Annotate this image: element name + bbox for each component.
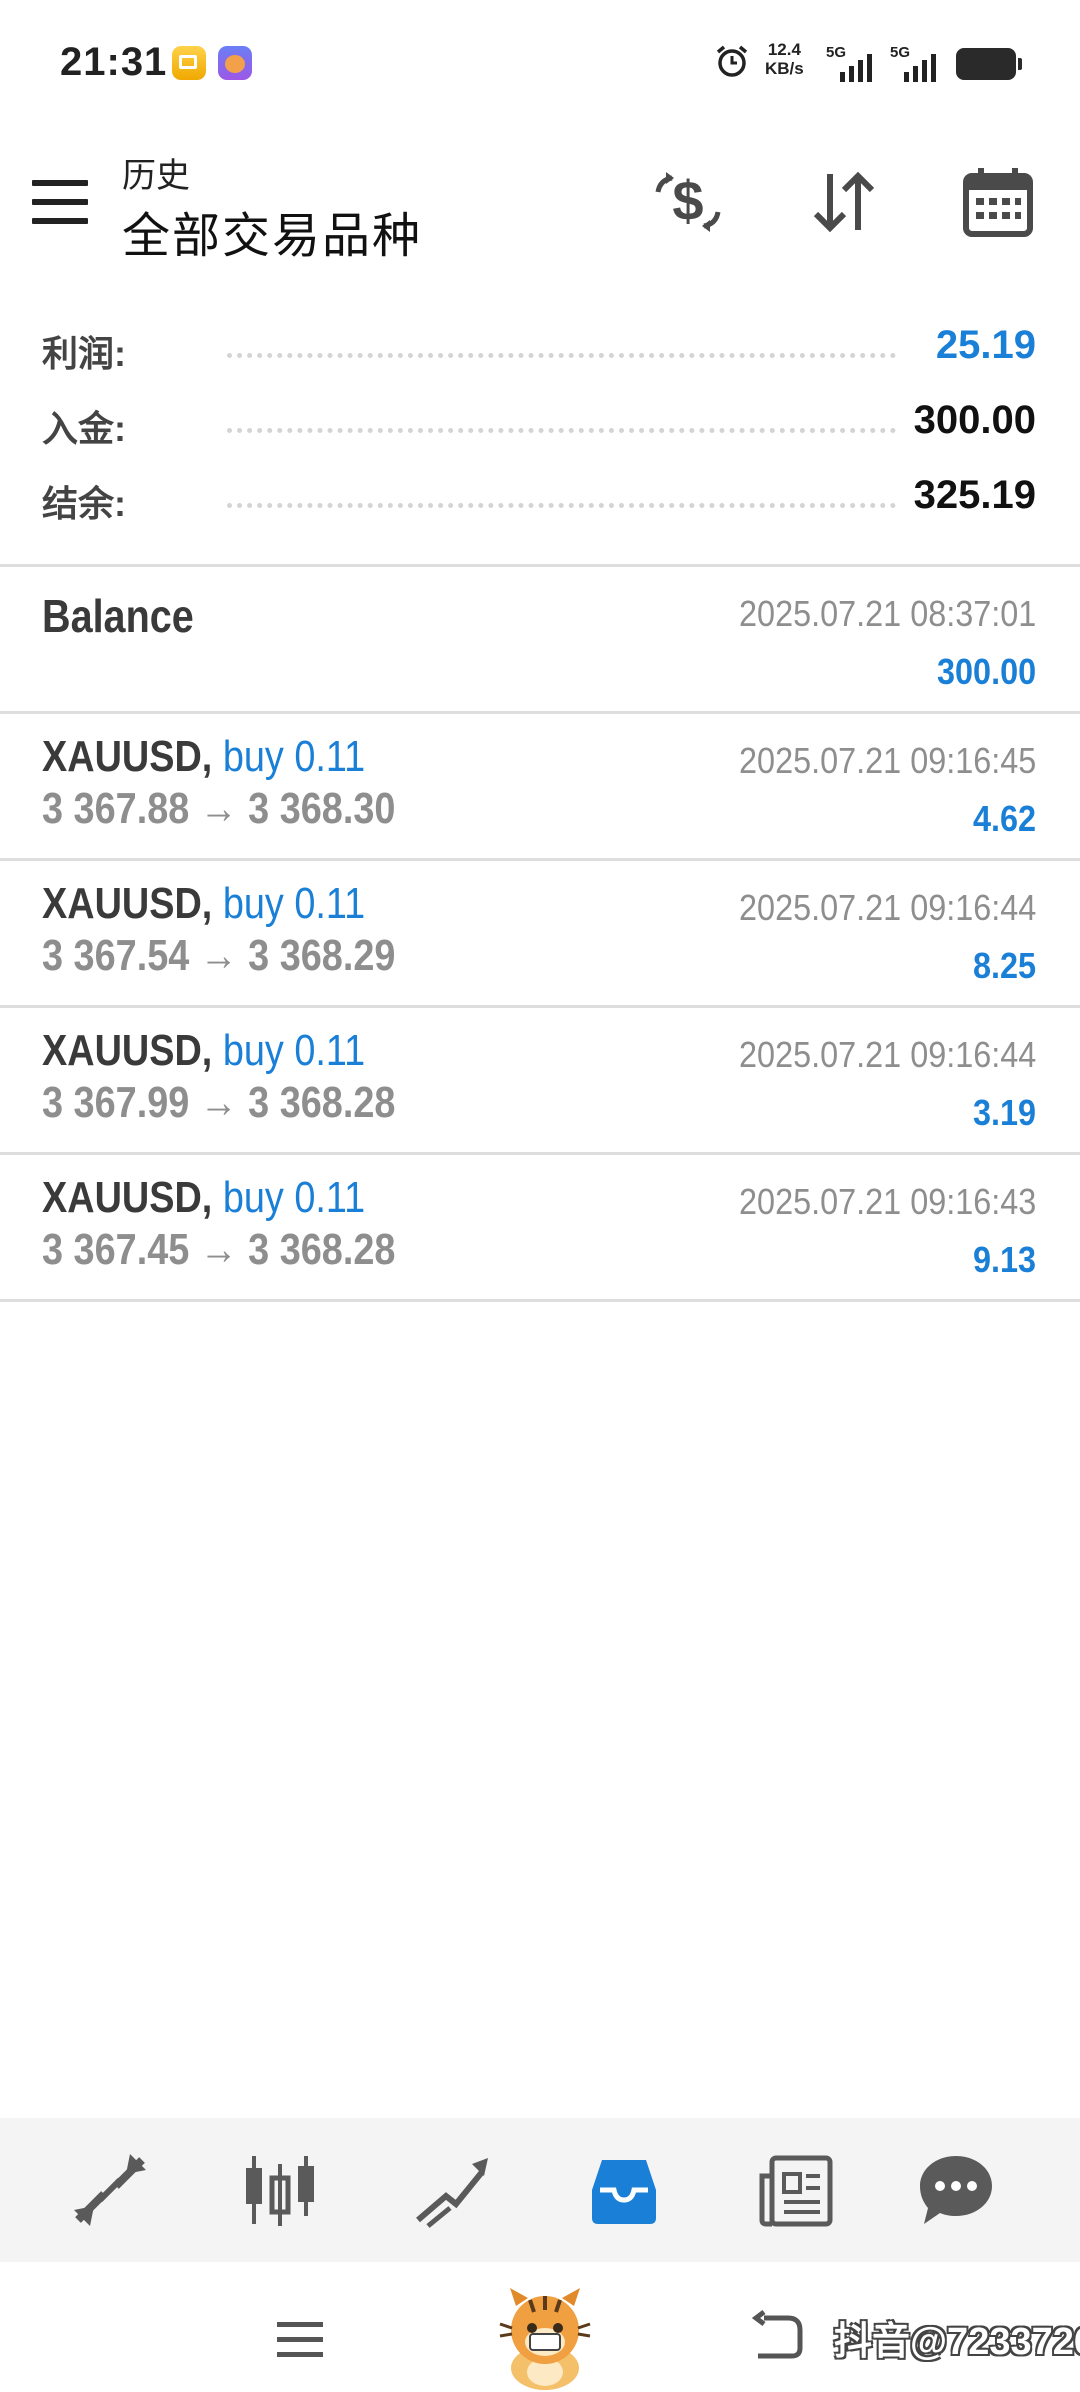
balance-row: 结余: 325.19 bbox=[42, 465, 1036, 525]
battery-icon bbox=[956, 48, 1022, 80]
menu-button[interactable] bbox=[32, 180, 88, 224]
recent-apps-button[interactable] bbox=[277, 2322, 323, 2362]
trade-datetime: 2025.07.21 09:16:44 bbox=[738, 1034, 1036, 1075]
deposit-label: 入金: bbox=[42, 408, 126, 449]
sort-icon[interactable] bbox=[804, 162, 884, 242]
trade-symbol-line: XAUUSD, buy 0.11 bbox=[42, 1173, 365, 1223]
trade-type: buy 0.11 bbox=[222, 1173, 366, 1222]
alarm-icon bbox=[716, 45, 748, 77]
trade-row[interactable]: XAUUSD, buy 0.11 3 367.45 → 3 368.28 202… bbox=[0, 1155, 1080, 1299]
trade-profit: 4.62 bbox=[972, 798, 1036, 839]
profit-label: 利润: bbox=[42, 333, 126, 374]
deposit-value: 300.00 bbox=[913, 398, 1036, 442]
chat-icon[interactable] bbox=[916, 2150, 996, 2230]
toolbar: 历史 全部交易品种 $ bbox=[0, 140, 1080, 270]
deposit-row: 入金: 300.00 bbox=[42, 390, 1036, 450]
profit-row: 利润: 25.19 bbox=[42, 315, 1036, 375]
news-icon[interactable] bbox=[756, 2150, 836, 2230]
tiger-mascot-icon[interactable] bbox=[490, 2284, 600, 2392]
trade-symbol-line: XAUUSD, buy 0.11 bbox=[42, 1026, 365, 1076]
trade-row[interactable]: XAUUSD, buy 0.11 3 367.88 → 3 368.30 202… bbox=[0, 714, 1080, 858]
entry-datetime: 2025.07.21 08:37:01 bbox=[738, 593, 1036, 634]
trade-profit: 9.13 bbox=[972, 1239, 1036, 1280]
page-subtitle: 历史 bbox=[122, 157, 190, 195]
calendar-icon[interactable] bbox=[958, 162, 1038, 242]
chart-icon[interactable] bbox=[240, 2150, 320, 2230]
system-navigation: 抖音@7233726 bbox=[0, 2262, 1080, 2392]
balance-value: 325.19 bbox=[913, 473, 1036, 517]
hamster-app-icon bbox=[218, 46, 252, 80]
leader-dots bbox=[227, 353, 896, 358]
entry-amount: 300.00 bbox=[936, 651, 1036, 692]
trade-prices: 3 367.54 → 3 368.29 bbox=[42, 931, 396, 980]
back-button[interactable] bbox=[752, 2308, 808, 2368]
trade-type: buy 0.11 bbox=[222, 1026, 366, 1075]
trade-row[interactable]: XAUUSD, buy 0.11 3 367.99 → 3 368.28 202… bbox=[0, 1008, 1080, 1152]
network-speed-unit: KB/s bbox=[765, 59, 804, 78]
bottom-navigation bbox=[0, 2118, 1080, 2262]
trade-symbol-line: XAUUSD, buy 0.11 bbox=[42, 879, 365, 929]
currency-exchange-icon[interactable]: $ bbox=[648, 162, 728, 242]
page-title[interactable]: 全部交易品种 bbox=[122, 196, 422, 266]
trade-icon[interactable] bbox=[412, 2150, 492, 2230]
trade-prices: 3 367.88 → 3 368.30 bbox=[42, 784, 396, 833]
trade-prices: 3 367.45 → 3 368.28 bbox=[42, 1225, 396, 1274]
quotes-icon[interactable] bbox=[70, 2150, 150, 2230]
svg-text:$: $ bbox=[672, 169, 703, 232]
watermark: 抖音@7233726 bbox=[834, 2321, 1080, 2363]
trade-symbol-line: XAUUSD, buy 0.11 bbox=[42, 732, 365, 782]
signal-icon: 5G bbox=[826, 44, 882, 84]
balance-entry-name: Balance bbox=[42, 590, 194, 642]
history-icon[interactable] bbox=[584, 2150, 664, 2230]
trade-datetime: 2025.07.21 09:16:44 bbox=[738, 887, 1036, 928]
trade-datetime: 2025.07.21 09:16:45 bbox=[738, 740, 1036, 781]
trade-symbol: XAUUSD, bbox=[42, 879, 213, 928]
mail-app-icon bbox=[172, 46, 206, 80]
trade-symbol: XAUUSD, bbox=[42, 732, 213, 781]
status-bar: 21:31 12.4 KB/s 5G 5G bbox=[0, 0, 1080, 130]
trade-symbol: XAUUSD, bbox=[42, 1026, 213, 1075]
profit-value: 25.19 bbox=[935, 323, 1036, 367]
trade-row[interactable]: XAUUSD, buy 0.11 3 367.54 → 3 368.29 202… bbox=[0, 861, 1080, 1005]
clock: 21:31 bbox=[60, 40, 168, 84]
trade-type: buy 0.11 bbox=[222, 879, 366, 928]
leader-dots bbox=[227, 428, 896, 433]
balance-entry[interactable]: Balance 2025.07.21 08:37:01 300.00 bbox=[0, 567, 1080, 711]
leader-dots bbox=[227, 503, 896, 508]
trade-type: buy 0.11 bbox=[222, 732, 366, 781]
divider bbox=[0, 1299, 1080, 1302]
trade-prices: 3 367.99 → 3 368.28 bbox=[42, 1078, 396, 1127]
signal-icon-2: 5G bbox=[890, 44, 946, 84]
trade-symbol: XAUUSD, bbox=[42, 1173, 213, 1222]
trade-datetime: 2025.07.21 09:16:43 bbox=[738, 1181, 1036, 1222]
network-speed: 12.4 KB/s bbox=[765, 40, 804, 78]
trade-profit: 8.25 bbox=[972, 945, 1036, 986]
balance-label: 结余: bbox=[42, 483, 126, 524]
trade-profit: 3.19 bbox=[972, 1092, 1036, 1133]
network-speed-value: 12.4 bbox=[767, 40, 801, 59]
